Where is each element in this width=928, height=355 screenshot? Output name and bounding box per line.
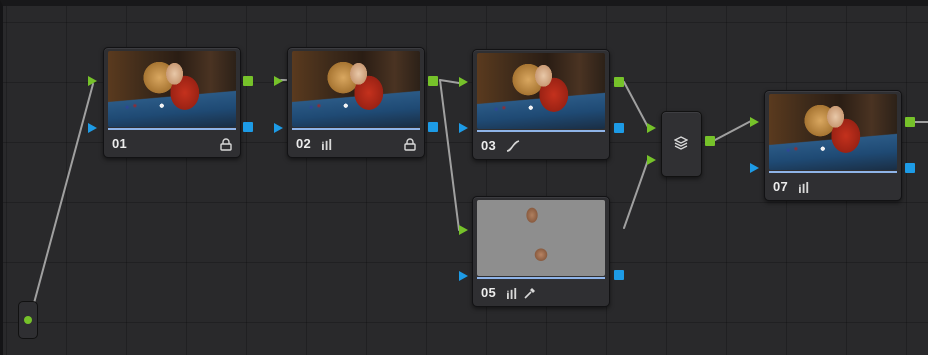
node-02-alpha-output[interactable] (428, 122, 438, 132)
node-01-rgb-output[interactable] (243, 76, 253, 86)
wire-07-output (915, 121, 928, 123)
node-05[interactable]: 05 (472, 196, 610, 307)
node-03-alpha-input[interactable] (459, 123, 468, 133)
wire-05-to-layer (623, 159, 649, 229)
layers-icon (674, 136, 688, 150)
node-02-alpha-input[interactable] (274, 123, 283, 133)
wire-layer-to-07 (714, 120, 752, 141)
node-02-progress-bar (292, 128, 420, 130)
layer-mixer-input-1[interactable] (647, 123, 656, 133)
source-input-node[interactable] (18, 301, 38, 339)
node-03-label: 03 (481, 138, 497, 153)
node-graph-canvas[interactable]: 01 02 03 05 07 (0, 0, 928, 355)
node-05-alpha-output[interactable] (614, 270, 624, 280)
node-02-thumbnail (292, 51, 420, 127)
node-05-label: 05 (481, 285, 497, 300)
node-07-rgb-output[interactable] (905, 117, 915, 127)
node-02-label: 02 (296, 136, 312, 151)
wire-02-to-05 (439, 79, 460, 231)
node-05-thumbnail (477, 200, 605, 276)
node-01-label: 01 (112, 136, 128, 151)
node-02[interactable]: 02 (287, 47, 425, 158)
layer-mixer-output[interactable] (705, 136, 715, 146)
bars-icon (322, 139, 332, 150)
node-02-rgb-input[interactable] (274, 76, 283, 86)
node-01-thumbnail (108, 51, 236, 127)
curves-icon (506, 140, 520, 152)
node-03-alpha-output[interactable] (614, 123, 624, 133)
bars-icon (507, 288, 517, 299)
lock-icon (220, 138, 232, 151)
node-03-rgb-output[interactable] (614, 77, 624, 87)
node-07-alpha-input[interactable] (750, 163, 759, 173)
wire-03-to-layer (623, 81, 649, 128)
node-02-rgb-output[interactable] (428, 76, 438, 86)
node-01-alpha-output[interactable] (243, 122, 253, 132)
node-07-alpha-output[interactable] (905, 163, 915, 173)
node-03[interactable]: 03 (472, 49, 610, 160)
node-07-progress-bar (769, 171, 897, 173)
node-01-progress-bar (108, 128, 236, 130)
node-07[interactable]: 07 (764, 90, 902, 201)
node-03-rgb-input[interactable] (459, 77, 468, 87)
node-05-progress-bar (477, 277, 605, 279)
node-07-label: 07 (773, 179, 789, 194)
wire-02-to-03 (439, 79, 460, 84)
node-05-alpha-input[interactable] (459, 271, 468, 281)
layer-mixer-input-2[interactable] (647, 155, 656, 165)
wire-source-to-01 (29, 83, 94, 319)
node-07-rgb-input[interactable] (750, 117, 759, 127)
node-01-rgb-input[interactable] (88, 76, 97, 86)
node-07-thumbnail (769, 94, 897, 170)
source-output-port[interactable] (24, 316, 32, 324)
node-05-rgb-input[interactable] (459, 225, 468, 235)
node-01-alpha-input[interactable] (88, 123, 97, 133)
node-03-thumbnail (477, 53, 605, 129)
bars-icon (799, 182, 809, 193)
node-01[interactable]: 01 (103, 47, 241, 158)
lock-icon (404, 138, 416, 151)
node-03-progress-bar (477, 130, 605, 132)
layer-mixer-node[interactable] (661, 111, 702, 177)
picker-icon (524, 288, 535, 299)
